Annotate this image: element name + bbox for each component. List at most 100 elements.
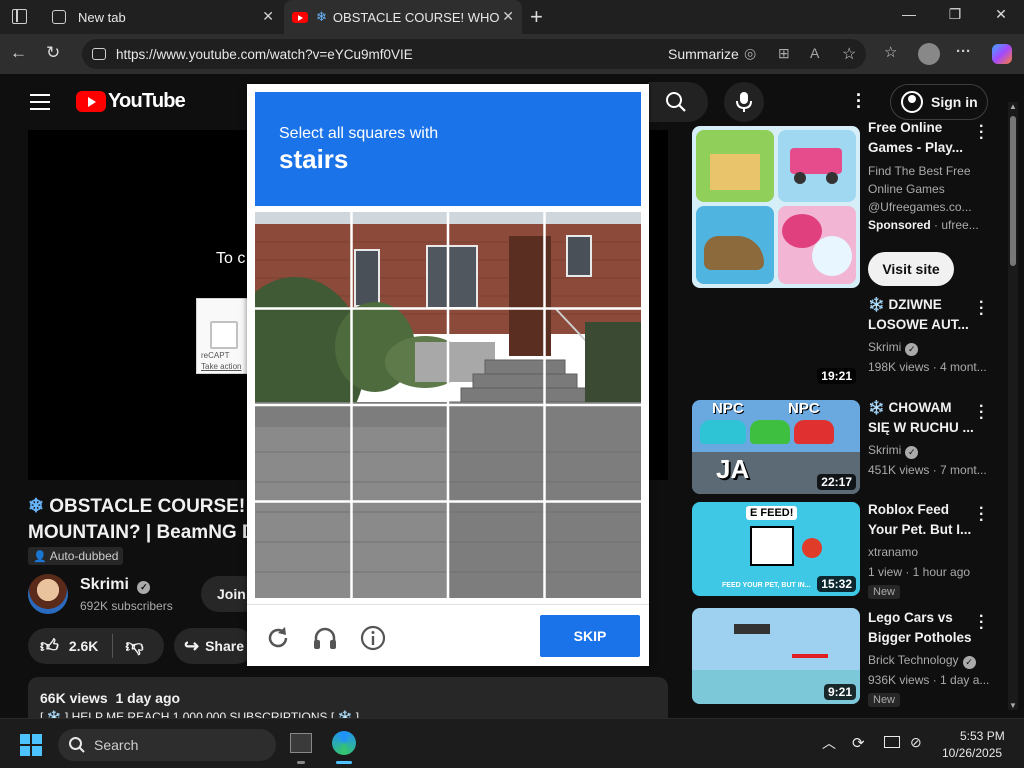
- tab-youtube-video[interactable]: ❄ OBSTACLE COURSE! WHO WIL ✕: [284, 0, 522, 34]
- captcha-tile-r2c1[interactable]: [255, 309, 351, 405]
- dislike-button[interactable]: 👎︎: [125, 635, 143, 657]
- restore-icon[interactable]: ❐: [940, 6, 970, 23]
- youtube-play-icon: [76, 91, 106, 112]
- sidebar-video-thumbnail[interactable]: NPC NPC JA 22:17: [692, 400, 860, 494]
- video-menu-dots-icon[interactable]: · · ·: [979, 295, 984, 323]
- ad-game-tile-grass: [696, 130, 774, 202]
- snowflake-icon: ❄: [28, 496, 44, 517]
- ad-desc-line2: Online Games: [868, 182, 945, 196]
- like-dislike-group: 👍︎ 2.6K 👎︎: [28, 628, 164, 664]
- captcha-tile-r1c3[interactable]: [449, 212, 545, 308]
- copilot-icon[interactable]: [992, 44, 1012, 64]
- network-disconnected-icon[interactable]: ⊘: [910, 734, 922, 751]
- views-date: 66K views 1 day ago: [40, 690, 181, 706]
- info-icon[interactable]: [359, 624, 387, 652]
- ad-thumbnail[interactable]: [692, 126, 860, 288]
- new-tab-plus-icon[interactable]: +: [530, 4, 543, 30]
- video-menu-dots-icon[interactable]: · · ·: [979, 399, 984, 427]
- video-menu-dots-icon[interactable]: · · ·: [979, 501, 984, 529]
- sponsored-label: Sponsored: [868, 218, 931, 232]
- sync-status-icon[interactable]: ⟳: [852, 734, 865, 752]
- close-window-icon[interactable]: ✕: [986, 6, 1016, 23]
- like-button[interactable]: 👍︎ 2.6K: [28, 635, 98, 657]
- recaptcha-checkbox[interactable]: [210, 321, 238, 349]
- share-button[interactable]: ↪ Share: [174, 628, 254, 664]
- windows-start-icon[interactable]: [20, 734, 42, 756]
- profile-avatar[interactable]: [918, 43, 940, 65]
- video-menu-dots-icon[interactable]: · · ·: [979, 609, 984, 637]
- recaptcha-take-action[interactable]: Take action: [201, 362, 241, 371]
- tab-new-tab[interactable]: New tab ✕: [42, 0, 282, 34]
- summarize-button[interactable]: Summarize: [668, 46, 739, 62]
- captcha-tile-r1c2[interactable]: [352, 212, 448, 308]
- tab-actions-icon[interactable]: [12, 9, 27, 24]
- ad-game-tile-truck: [778, 130, 856, 202]
- url-text[interactable]: https://www.youtube.com/watch?v=eYCu9mf0…: [116, 47, 413, 62]
- captcha-tile-r4c1[interactable]: [255, 502, 351, 598]
- scroll-down-arrow-icon[interactable]: ▼: [1009, 701, 1017, 710]
- captcha-tile-r3c3[interactable]: [449, 406, 545, 502]
- video-title-line1: OBSTACLE COURSE!: [49, 496, 246, 517]
- copilot-summarize-icon[interactable]: ◎: [744, 45, 756, 62]
- more-options-icon[interactable]: ···: [956, 43, 971, 60]
- favorite-star-icon[interactable]: ☆: [842, 44, 856, 64]
- favorites-icon[interactable]: ☆: [884, 43, 897, 61]
- headphones-audio-icon[interactable]: [311, 624, 339, 652]
- clock-time[interactable]: 5:53 PM: [960, 729, 1005, 743]
- close-tab-icon[interactable]: ✕: [502, 8, 514, 25]
- read-aloud-icon[interactable]: A: [810, 45, 819, 61]
- skip-button[interactable]: SKIP: [540, 615, 640, 657]
- menu-hamburger-icon[interactable]: [30, 94, 50, 110]
- reload-icon[interactable]: [264, 624, 292, 652]
- search-button[interactable]: [648, 82, 708, 122]
- show-hidden-icons-chevron-icon[interactable]: ︿: [822, 733, 836, 753]
- settings-dots-icon[interactable]: · · ·: [856, 86, 862, 116]
- channel-name[interactable]: Skrimi ✓: [80, 576, 151, 594]
- channel-avatar[interactable]: [28, 574, 68, 614]
- auto-dubbed-label: Auto-dubbed: [49, 549, 119, 563]
- clock-date[interactable]: 10/26/2025: [942, 746, 1002, 760]
- channel-name-text[interactable]: Skrimi: [80, 576, 129, 593]
- captcha-tile-r2c3[interactable]: [449, 309, 545, 405]
- sign-in-button[interactable]: Sign in: [890, 84, 988, 120]
- video-duration: 19:21: [817, 368, 856, 384]
- display-icon[interactable]: [884, 736, 900, 748]
- captcha-tile-r4c3[interactable]: [449, 502, 545, 598]
- terminal-app-icon[interactable]: [290, 733, 312, 753]
- captcha-tile-r3c4[interactable]: [545, 406, 641, 502]
- scroll-up-arrow-icon[interactable]: ▲: [1009, 102, 1017, 111]
- dubbed-person-icon: 👤: [33, 550, 47, 563]
- thumb-roblox-caption: FEED YOUR PET, BUT IN...: [722, 582, 811, 589]
- video-views-age: 198K views · 4 mont...: [868, 360, 987, 374]
- close-tab-icon[interactable]: ✕: [262, 8, 274, 25]
- youtube-logo[interactable]: YouTube: [76, 90, 186, 113]
- address-bar[interactable]: https://www.youtube.com/watch?v=eYCu9mf0…: [82, 39, 866, 69]
- video-views-age: 936K views · 1 day a...: [868, 673, 990, 687]
- ad-menu-dots-icon[interactable]: · · ·: [979, 119, 984, 147]
- voice-search-button[interactable]: [724, 82, 764, 122]
- scrollbar-thumb[interactable]: [1010, 116, 1016, 266]
- visit-site-button[interactable]: Visit site: [868, 252, 954, 286]
- ad-game-tile-ball: [778, 206, 856, 284]
- thumbs-down-icon: 👎︎: [125, 636, 144, 656]
- captcha-tile-r4c2[interactable]: [352, 502, 448, 598]
- captcha-tile-r2c4[interactable]: [545, 309, 641, 405]
- apps-icon[interactable]: ⊞: [778, 45, 790, 62]
- sidebar-video-thumbnail[interactable]: 9:21: [692, 608, 860, 704]
- sidebar-video-thumbnail[interactable]: E FEED! FEED YOUR PET, BUT IN... 15:32: [692, 502, 860, 596]
- minimize-icon[interactable]: —: [894, 6, 924, 22]
- captcha-tile-r3c2[interactable]: [352, 406, 448, 502]
- refresh-icon[interactable]: ↻: [46, 43, 60, 63]
- captcha-tile-r3c1[interactable]: [255, 406, 351, 502]
- sidebar-video-thumbnail[interactable]: 19:21: [692, 292, 860, 388]
- captcha-tile-r1c1[interactable]: [255, 212, 351, 308]
- captcha-tile-r1c4[interactable]: [545, 212, 641, 308]
- page-scrollbar[interactable]: ▲ ▼: [1008, 102, 1018, 710]
- captcha-tile-r2c2[interactable]: [352, 309, 448, 405]
- taskbar-search[interactable]: Search: [58, 729, 276, 761]
- back-arrow-icon[interactable]: ←: [10, 43, 27, 63]
- site-info-icon[interactable]: [92, 48, 106, 60]
- captcha-tile-r4c4[interactable]: [545, 502, 641, 598]
- edge-browser-icon[interactable]: [332, 731, 356, 755]
- video-duration: 9:21: [823, 684, 856, 700]
